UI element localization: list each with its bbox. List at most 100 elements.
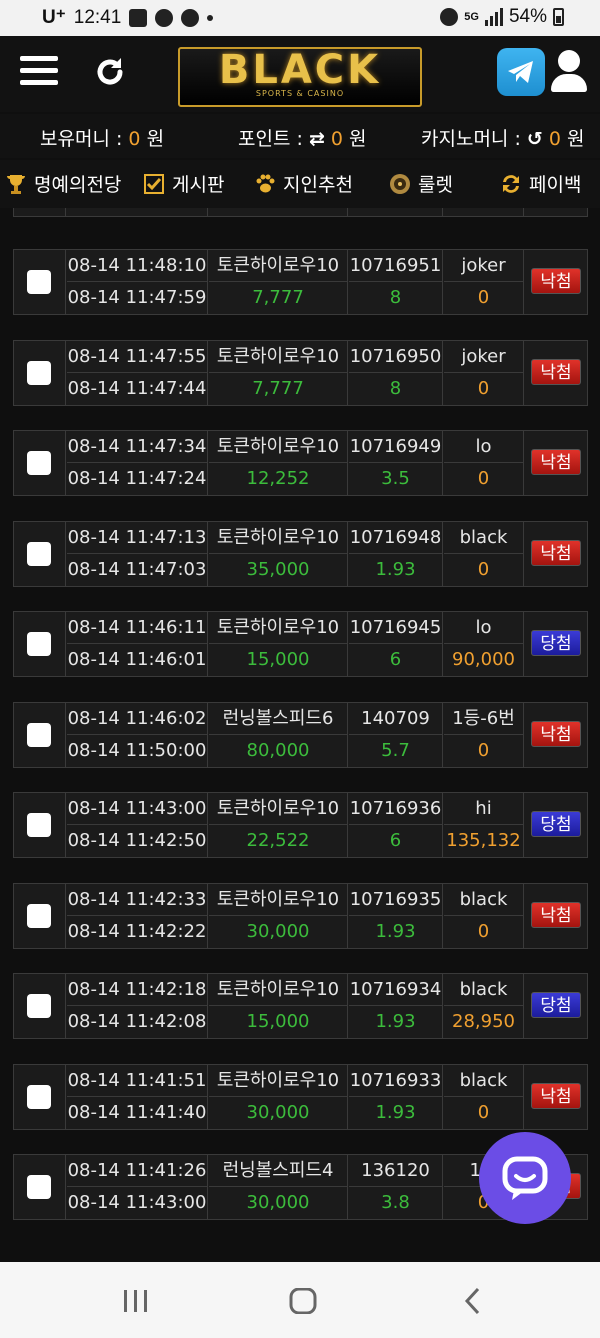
checklist-icon <box>144 173 164 194</box>
bet-select-checkbox[interactable] <box>27 904 51 928</box>
select-cell <box>14 1155 66 1219</box>
back-icon[interactable] <box>459 1287 489 1315</box>
bet-odds: 8 <box>349 208 443 216</box>
select-cell <box>14 974 66 1038</box>
bet-result-badge[interactable]: 낙첨 <box>531 540 581 566</box>
bet-pick: lo <box>444 431 524 463</box>
bet-odds: 1.93 <box>349 1006 443 1038</box>
bet-odds: 5.7 <box>349 735 443 767</box>
logo-subtitle: SPORTS & CASINO <box>255 89 345 98</box>
bet-time-start: 08-14 11:43:00 <box>67 793 208 825</box>
bet-round: 10716935 <box>349 884 443 916</box>
bet-amount: 15,000 <box>209 644 348 676</box>
bet-pick: black <box>444 522 524 554</box>
bet-pick: joker <box>444 250 524 282</box>
bet-payout: 0 <box>444 554 524 586</box>
bet-select-checkbox[interactable] <box>27 723 51 747</box>
bet-select-checkbox[interactable] <box>27 361 51 385</box>
bet-game: 토큰하이로우10 <box>209 341 348 373</box>
refresh-icon[interactable] <box>92 54 128 90</box>
select-cell <box>14 341 66 405</box>
bet-game: 런닝볼스피드4 <box>209 1155 348 1187</box>
site-logo[interactable]: BLACK SPORTS & CASINO <box>178 47 422 107</box>
nav-board[interactable]: 게시판 <box>142 170 224 197</box>
bet-result-badge[interactable]: 당첨 <box>531 630 581 656</box>
select-cell <box>14 431 66 495</box>
bet-payout: 0 <box>444 916 524 948</box>
bet-payout: 0 <box>444 1097 524 1129</box>
bet-result-badge[interactable]: 낙첨 <box>531 268 581 294</box>
bet-amount: 30,000 <box>209 1097 348 1129</box>
bet-amount: 35,000 <box>209 554 348 586</box>
select-cell <box>14 884 66 948</box>
select-cell <box>14 250 66 314</box>
bet-round: 10716948 <box>349 522 443 554</box>
bet-time-start: 08-14 11:47:55 <box>67 341 208 373</box>
bet-select-checkbox[interactable] <box>27 813 51 837</box>
bet-pick: black <box>444 974 524 1006</box>
bet-pick: black <box>444 1065 524 1097</box>
nav-hall-of-fame[interactable]: 명예의전당 <box>4 170 121 197</box>
bet-time-end: 08-14 11:42:50 <box>67 825 208 857</box>
bet-select-checkbox[interactable] <box>27 542 51 566</box>
bet-odds: 3.8 <box>349 1187 443 1219</box>
live-chat-button[interactable] <box>479 1132 571 1224</box>
bet-row-partial: 08-14 11:48:25 12,252 8 0 <box>13 208 588 217</box>
bet-game: 토큰하이로우10 <box>209 974 348 1006</box>
select-cell <box>14 612 66 676</box>
chat-bubble-icon <box>502 1156 548 1200</box>
telegram-icon[interactable] <box>497 48 545 96</box>
bet-result-badge[interactable]: 낙첨 <box>531 1083 581 1109</box>
bet-time-start: 08-14 11:48:10 <box>67 250 208 282</box>
bet-amount: 7,777 <box>209 282 348 314</box>
bet-select-checkbox[interactable] <box>27 994 51 1018</box>
bet-result-badge[interactable]: 낙첨 <box>531 902 581 928</box>
point-balance[interactable]: 포인트 : ⇄ 0 원 <box>238 124 367 151</box>
recent-apps-icon[interactable] <box>121 1288 151 1314</box>
bet-result-badge[interactable]: 당첨 <box>531 992 581 1018</box>
nav-roulette[interactable]: 룰렛 <box>388 170 453 197</box>
exchange-icon[interactable]: ⇄ <box>309 128 325 150</box>
battery-icon <box>553 8 564 26</box>
bet-result-badge[interactable]: 당첨 <box>531 811 581 837</box>
bet-round: 10716934 <box>349 974 443 1006</box>
signal-icon <box>484 8 503 26</box>
bet-pick: joker <box>444 341 524 373</box>
casino-balance[interactable]: 카지노머니 : ↺ 0 원 <box>421 124 584 151</box>
bet-history-list[interactable]: 08-14 11:48:25 12,252 8 0 08-14 11:48:10… <box>0 208 600 1262</box>
bet-odds: 3.5 <box>349 463 443 495</box>
bet-row: 08-14 11:41:51 토큰하이로우10 10716933 black 08-14… <box>13 1064 588 1130</box>
bet-select-checkbox[interactable] <box>27 451 51 475</box>
bet-row: 08-14 11:47:34 토큰하이로우10 10716949 lo 08-14 11… <box>13 430 588 496</box>
bet-select-checkbox[interactable] <box>27 1175 51 1199</box>
bet-select-checkbox[interactable] <box>27 270 51 294</box>
nav-referral[interactable]: 지인추천 <box>253 170 353 197</box>
select-cell <box>14 1065 66 1129</box>
network-type: 5G <box>464 11 479 23</box>
casino-refresh-icon[interactable]: ↺ <box>527 128 543 150</box>
bet-result-badge[interactable]: 낙첨 <box>531 721 581 747</box>
nav-payback[interactable]: 페이백 <box>499 170 581 197</box>
bet-select-checkbox[interactable] <box>27 632 51 656</box>
user-profile-icon[interactable] <box>549 48 589 96</box>
bet-row: 08-14 11:47:13 토큰하이로우10 10716948 black 08-14… <box>13 521 588 587</box>
bet-game: 토큰하이로우10 <box>209 250 348 282</box>
bet-select-checkbox[interactable] <box>27 1085 51 1109</box>
bet-result-badge[interactable]: 낙첨 <box>531 359 581 385</box>
bet-game: 토큰하이로우10 <box>209 522 348 554</box>
status-bar: U⁺ 12:41 5G 54% <box>0 0 600 36</box>
bet-game: 토큰하이로우10 <box>209 1065 348 1097</box>
money-value: 0 <box>128 128 141 150</box>
bet-time-end: 08-14 11:47:03 <box>67 554 208 586</box>
bet-time-end: 08-14 11:42:22 <box>67 916 208 948</box>
menu-icon[interactable] <box>20 56 58 90</box>
home-icon[interactable] <box>288 1287 318 1315</box>
app-header: BLACK SPORTS & CASINO <box>0 36 600 112</box>
casino-value: 0 <box>548 128 561 150</box>
bet-result-badge[interactable]: 낙첨 <box>531 449 581 475</box>
money-unit: 원 <box>146 128 165 150</box>
bet-game: 토큰하이로우10 <box>209 431 348 463</box>
bet-time-end: 08-14 11:47:44 <box>67 373 208 405</box>
casino-unit: 원 <box>567 128 585 150</box>
bet-amount: 15,000 <box>209 1006 348 1038</box>
